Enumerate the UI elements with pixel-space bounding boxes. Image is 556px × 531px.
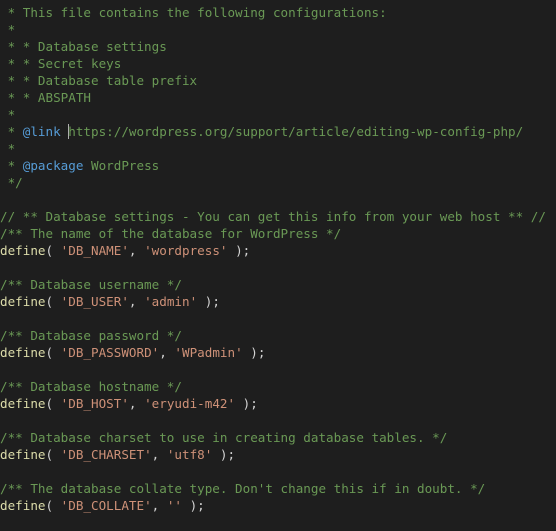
code-line[interactable]: * * Database settings	[0, 38, 556, 55]
code-editor[interactable]: * This file contains the following confi…	[0, 4, 556, 531]
code-token: define	[0, 396, 46, 411]
code-token: /** Database password */	[0, 328, 182, 343]
code-line[interactable]: * * Secret keys	[0, 55, 556, 72]
code-token: );	[242, 345, 266, 360]
code-token: 'DB_COLLATE'	[60, 498, 152, 513]
code-line[interactable]: *	[0, 21, 556, 38]
code-line[interactable]: // ** Database settings - You can get th…	[0, 208, 556, 225]
code-line[interactable]: * @link https://wordpress.org/support/ar…	[0, 123, 556, 140]
code-token: );	[235, 396, 258, 411]
code-line[interactable]: define( 'DB_USER', 'admin' );	[0, 293, 556, 310]
code-line[interactable]: define( 'DB_PASSWORD', 'WPadmin' );	[0, 344, 556, 361]
code-token: /** The name of the database for WordPre…	[0, 226, 342, 241]
code-line[interactable]: define( 'DB_CHARSET', 'utf8' );	[0, 446, 556, 463]
code-token: define	[0, 243, 46, 258]
code-line[interactable]: define( 'DB_HOST', 'eryudi-m42' );	[0, 395, 556, 412]
code-token: *	[0, 158, 23, 173]
code-token: *	[0, 22, 16, 37]
code-line[interactable]: define( 'DB_COLLATE', '' );	[0, 497, 556, 514]
code-token: );	[197, 294, 220, 309]
code-token: ,	[128, 294, 145, 309]
code-token: WordPress	[83, 158, 160, 173]
code-token: @package	[22, 158, 84, 173]
code-line[interactable]: * * ABSPATH	[0, 89, 556, 106]
code-token: ,	[151, 498, 167, 513]
code-token: 'DB_USER'	[60, 294, 129, 309]
code-line[interactable]: /** The name of the database for WordPre…	[0, 225, 556, 242]
code-token: 'WPadmin'	[174, 345, 243, 360]
code-line[interactable]: define( 'DB_NAME', 'wordpress' );	[0, 242, 556, 259]
code-line[interactable]	[0, 310, 556, 327]
code-token: (	[45, 294, 61, 309]
code-token: );	[212, 447, 236, 462]
code-token: ''	[166, 498, 183, 513]
code-token: ,	[159, 345, 175, 360]
code-line[interactable]: * @package WordPress	[0, 157, 556, 174]
code-token: *	[0, 124, 23, 139]
code-token: *	[0, 141, 16, 156]
code-token: 'DB_NAME'	[60, 243, 129, 258]
code-token: 'DB_CHARSET'	[60, 447, 152, 462]
code-line[interactable]	[0, 191, 556, 208]
code-line[interactable]: /** Database username */	[0, 276, 556, 293]
code-line[interactable]	[0, 463, 556, 480]
code-token: * This file contains the following confi…	[0, 5, 387, 20]
code-token: define	[0, 345, 46, 360]
code-token: */	[0, 175, 23, 190]
code-token: (	[45, 396, 61, 411]
code-token: @link	[22, 124, 61, 139]
code-line[interactable]	[0, 361, 556, 378]
code-token: );	[227, 243, 251, 258]
code-token: * * Database table prefix	[0, 73, 198, 88]
code-token: 'wordpress'	[144, 243, 228, 258]
code-line[interactable]: */	[0, 174, 556, 191]
code-line[interactable]: * This file contains the following confi…	[0, 4, 556, 21]
code-token: https://wordpress.org/support/article/ed…	[68, 124, 524, 139]
code-line[interactable]: *	[0, 140, 556, 157]
code-token: * * Database settings	[0, 39, 167, 54]
code-line[interactable]: /** Database charset to use in creating …	[0, 429, 556, 446]
code-token: (	[45, 243, 61, 258]
code-line[interactable]	[0, 412, 556, 429]
code-line[interactable]: *	[0, 106, 556, 123]
code-token: define	[0, 294, 46, 309]
code-token: *	[0, 107, 16, 122]
code-token: /** Database charset to use in creating …	[0, 430, 448, 445]
code-line[interactable]: /** Database password */	[0, 327, 556, 344]
code-token: ,	[128, 243, 145, 258]
code-token: * * ABSPATH	[0, 90, 91, 105]
code-line[interactable]: * * Database table prefix	[0, 72, 556, 89]
code-token: (	[45, 447, 61, 462]
code-token: /** Database username */	[0, 277, 182, 292]
code-line[interactable]	[0, 259, 556, 276]
code-token: 'eryudi-m42'	[144, 396, 236, 411]
code-token: (	[45, 498, 61, 513]
code-line[interactable]: /** Database hostname */	[0, 378, 556, 395]
code-token: ,	[128, 396, 145, 411]
code-token: ,	[151, 447, 167, 462]
code-token: /** Database hostname */	[0, 379, 182, 394]
code-token: 'DB_PASSWORD'	[60, 345, 160, 360]
code-token: define	[0, 447, 46, 462]
code-token: * * Secret keys	[0, 56, 122, 71]
code-token: /** The database collate type. Don't cha…	[0, 481, 486, 496]
code-token: (	[45, 345, 61, 360]
code-token: // ** Database settings - You can get th…	[0, 209, 546, 224]
code-line[interactable]: /** The database collate type. Don't cha…	[0, 480, 556, 497]
code-token: define	[0, 498, 46, 513]
code-token: 'utf8'	[166, 447, 213, 462]
code-token: );	[182, 498, 205, 513]
code-token: 'admin'	[144, 294, 198, 309]
code-token: 'DB_HOST'	[60, 396, 129, 411]
